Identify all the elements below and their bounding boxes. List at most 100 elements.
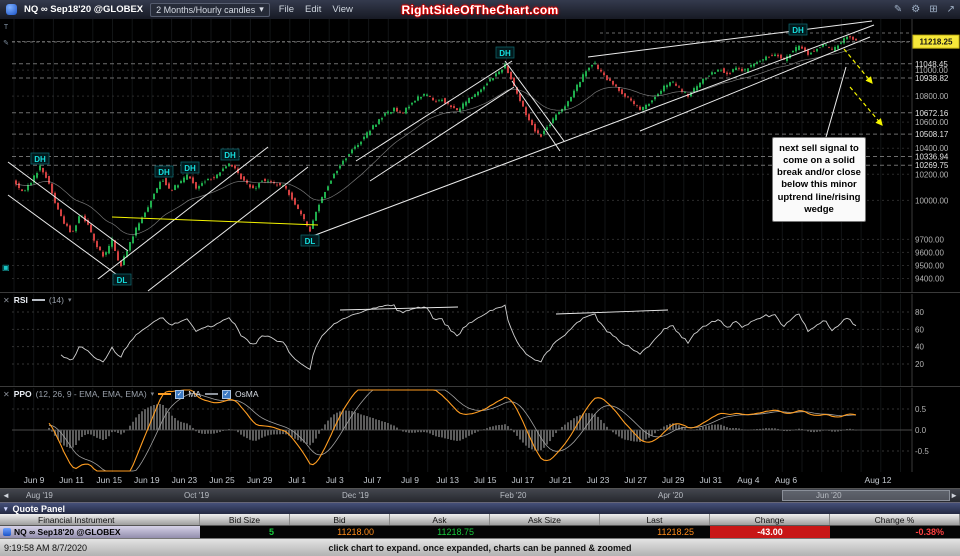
- svg-text:DH: DH: [499, 49, 511, 58]
- col-bid[interactable]: Bid: [290, 514, 390, 525]
- x-axis-label: Jun 29: [246, 475, 273, 485]
- quote-panel-titlebar[interactable]: ▾ Quote Panel: [0, 502, 960, 514]
- price-chart-panel: 11000.00 10800.00 10600.00 10400.00 10200.00…: [0, 19, 960, 292]
- annotation-note[interactable]: next sell signal to come on a solid brea…: [772, 137, 866, 222]
- svg-text:DH: DH: [792, 26, 804, 35]
- menu-edit[interactable]: Edit: [303, 4, 323, 15]
- x-axis-label: Jun 23: [171, 475, 198, 485]
- app-icon[interactable]: [6, 4, 17, 15]
- quote-ask: 11218.75: [437, 527, 474, 537]
- x-axis-label: Jul 21: [549, 475, 572, 485]
- popout-icon[interactable]: ↗: [947, 4, 955, 15]
- titlebar-instrument: NQ ∞ Sep18'20 @GLOBEX: [24, 4, 144, 15]
- rsi-label[interactable]: RSI: [14, 295, 28, 305]
- svg-text:0.5: 0.5: [915, 405, 927, 414]
- col-change-pct[interactable]: Change %: [830, 514, 960, 525]
- col-change[interactable]: Change: [710, 514, 830, 525]
- scrollbar-period-label: Apr '20: [658, 491, 684, 500]
- osma-checkbox-label: OsMA: [234, 389, 259, 399]
- svg-text:-0.5: -0.5: [915, 447, 929, 456]
- ppo-histogram: [48, 403, 857, 451]
- svg-text:10200.00: 10200.00: [915, 170, 949, 179]
- layout-icon[interactable]: ⊞: [929, 4, 937, 15]
- x-axis[interactable]: Jun 9 Jun 11 Jun 15 Jun 19 Jun 23 Jun 25 Jun 2…: [0, 472, 960, 488]
- x-axis-label: Jul 13: [436, 475, 459, 485]
- svg-text:10938.82: 10938.82: [915, 74, 949, 83]
- svg-text:10000.00: 10000.00: [915, 196, 949, 205]
- col-financial-instrument[interactable]: Financial Instrument: [0, 514, 200, 525]
- menu-view[interactable]: View: [330, 4, 354, 15]
- ppo-label[interactable]: PPO: [14, 389, 32, 399]
- menu-file[interactable]: File: [277, 4, 296, 15]
- svg-text:10800.00: 10800.00: [915, 92, 949, 101]
- scrollbar-thumb[interactable]: [782, 490, 950, 501]
- x-axis-label: Jun 11: [59, 475, 85, 485]
- timeframe-label: 2 Months/Hourly candles: [156, 4, 256, 15]
- rsi-params: (14): [48, 295, 64, 305]
- x-axis-label: Jul 17: [511, 475, 535, 485]
- site-watermark: RightSideOfTheChart.com: [401, 2, 559, 17]
- pencil-icon[interactable]: ✎: [894, 4, 902, 15]
- timeframe-button[interactable]: 2 Months/Hourly candles ▾: [150, 2, 270, 17]
- svg-text:DL: DL: [117, 276, 128, 285]
- osma-checkbox[interactable]: ✓: [221, 389, 231, 399]
- col-ask[interactable]: Ask: [390, 514, 490, 525]
- x-axis-label: Jun 9: [23, 475, 45, 485]
- scrollbar-period-label: Aug '19: [26, 491, 53, 500]
- svg-text:10672.16: 10672.16: [915, 109, 949, 118]
- col-bid-size[interactable]: Bid Size: [200, 514, 290, 525]
- svg-text:DH: DH: [184, 164, 196, 173]
- chevron-down-icon[interactable]: ▾: [68, 296, 72, 304]
- col-ask-size[interactable]: Ask Size: [490, 514, 600, 525]
- ma-checkbox[interactable]: ✓: [175, 389, 185, 399]
- ppo-line-sample: [158, 393, 172, 395]
- status-hint: click chart to expand. once expanded, ch…: [328, 543, 632, 553]
- status-bar: 9:19:58 AM 8/7/2020 click chart to expan…: [0, 538, 960, 556]
- svg-text:9600.00: 9600.00: [915, 248, 944, 257]
- chart-scrollbar: ◄ ► Aug '19 Oct '19 Dec '19 Feb '20 Apr '20 J…: [0, 488, 960, 502]
- svg-text:11048.45: 11048.45: [915, 60, 948, 69]
- col-last[interactable]: Last: [600, 514, 710, 525]
- x-axis-label: Jun 25: [209, 475, 235, 485]
- chart-style-icon[interactable]: ▣: [2, 263, 10, 272]
- x-axis-label: Aug 12: [864, 475, 892, 485]
- ppo-panel: 0.5 0.0 -0.5 ✕ PPO (12, 26, 9 - EMA, EMA, …: [0, 386, 960, 473]
- title-bar: NQ ∞ Sep18'20 @GLOBEX 2 Months/Hourly ca…: [0, 0, 960, 19]
- svg-text:DL: DL: [305, 237, 316, 246]
- x-axis-label: Jul 31: [699, 475, 723, 485]
- titlebar-tools: ✎ ⚙ ⊞ ↗: [894, 0, 955, 19]
- close-icon[interactable]: ✕: [3, 390, 10, 399]
- svg-text:10336.94: 10336.94: [915, 152, 949, 161]
- x-axis-label: Jul 15: [473, 475, 497, 485]
- ppo-params: (12, 26, 9 - EMA, EMA, EMA): [35, 389, 147, 399]
- chevron-down-icon[interactable]: ▾: [151, 390, 155, 398]
- svg-text:11218.25: 11218.25: [920, 38, 953, 47]
- scrollbar-period-label: Dec '19: [342, 491, 369, 500]
- close-icon[interactable]: ✕: [3, 296, 10, 305]
- scroll-right-icon[interactable]: ►: [950, 491, 958, 500]
- collapse-icon[interactable]: ▾: [4, 505, 8, 513]
- svg-text:9700.00: 9700.00: [915, 235, 944, 244]
- ppo-chart[interactable]: 0.5 0.0 -0.5: [0, 388, 960, 473]
- draw-tool-icon[interactable]: ✎: [3, 39, 9, 47]
- quote-instrument-cell[interactable]: NQ ∞ Sep18'20 @GLOBEX: [0, 526, 200, 538]
- text-tool-icon[interactable]: T: [4, 24, 8, 31]
- svg-text:20: 20: [915, 360, 924, 369]
- settings-icon[interactable]: ⚙: [911, 4, 920, 15]
- quote-bid-size: 5: [268, 527, 274, 537]
- svg-text:10508.17: 10508.17: [915, 130, 949, 139]
- drawing-toolbar: T ✎: [0, 24, 12, 47]
- x-axis-label: Jun 15: [96, 475, 122, 485]
- x-axis-label: Jul 1: [288, 475, 307, 485]
- x-axis-label: Jul 9: [401, 475, 419, 485]
- ppo-header: ✕ PPO (12, 26, 9 - EMA, EMA, EMA) ▾ ✓ MA…: [3, 389, 259, 399]
- scrollbar-period-label: Feb '20: [500, 491, 527, 500]
- svg-text:10600.00: 10600.00: [915, 118, 949, 127]
- svg-text:40: 40: [915, 343, 924, 352]
- quote-change-pct: -0.38%: [915, 527, 944, 537]
- x-axis-label: Jul 29: [661, 475, 685, 485]
- scroll-left-icon[interactable]: ◄: [2, 491, 10, 500]
- quote-row[interactable]: NQ ∞ Sep18'20 @GLOBEX 5 11218.00 11218.7…: [0, 526, 960, 538]
- rsi-chart[interactable]: 80 60 40 20: [0, 294, 960, 387]
- quote-change: -43.00: [710, 526, 830, 538]
